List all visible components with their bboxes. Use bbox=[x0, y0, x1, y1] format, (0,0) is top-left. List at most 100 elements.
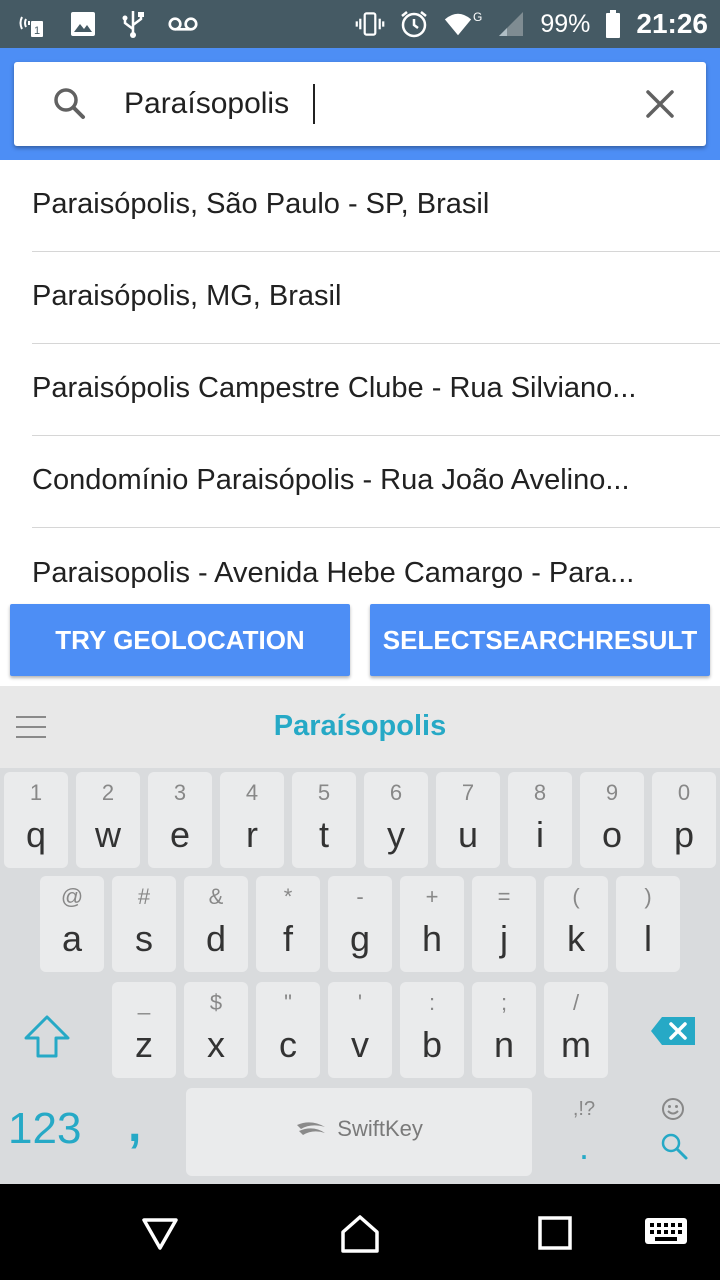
key-k[interactable]: (k bbox=[544, 876, 608, 972]
key-hint: * bbox=[283, 884, 293, 909]
nfc-icon: 1 bbox=[18, 9, 48, 39]
key-h[interactable]: + h bbox=[400, 876, 464, 972]
key-hint: ' bbox=[357, 990, 363, 1015]
key-q[interactable]: 1q bbox=[4, 772, 68, 868]
key-label: b bbox=[421, 1024, 443, 1065]
key-label: r bbox=[246, 814, 258, 855]
home-icon[interactable] bbox=[340, 1214, 380, 1254]
clock: 21:26 bbox=[636, 8, 708, 39]
period-label: . bbox=[578, 1126, 589, 1167]
emoji-search-key[interactable] bbox=[636, 1088, 712, 1176]
key-y[interactable]: 6y bbox=[364, 772, 428, 868]
key-hint: " bbox=[284, 990, 292, 1015]
key-hint: ; bbox=[500, 990, 508, 1015]
key-label: w bbox=[95, 814, 121, 855]
key-label: h bbox=[421, 918, 443, 959]
keyboard-switch-icon[interactable] bbox=[644, 1214, 688, 1254]
suggestion-item[interactable]: Paraisópolis, São Paulo - SP, Brasil bbox=[32, 160, 720, 252]
status-bar: 1 G 99% 21:26 bbox=[0, 0, 720, 48]
key-label: s bbox=[135, 918, 153, 959]
key-n[interactable]: ; n bbox=[472, 982, 536, 1078]
search-input[interactable] bbox=[124, 72, 624, 136]
key-w[interactable]: 2w bbox=[76, 772, 140, 868]
key-label: f bbox=[282, 918, 293, 959]
key-m[interactable]: / m bbox=[544, 982, 608, 1078]
back-icon[interactable] bbox=[140, 1214, 180, 1254]
comma-key[interactable]: , bbox=[128, 1098, 141, 1153]
keyboard: 1q2w3e4r5t6y7u8i9o0p @ a # s & d * f - g + h = j(k) l … bbox=[0, 768, 720, 1184]
usb-icon bbox=[118, 9, 148, 39]
action-buttons: TRY GEOLOCATION SELECTSEARCHRESULT bbox=[0, 592, 720, 686]
search-bar[interactable] bbox=[14, 62, 706, 146]
key-hint: 7 bbox=[461, 780, 475, 805]
space-key[interactable]: SwiftKey bbox=[186, 1088, 532, 1176]
key-u[interactable]: 7u bbox=[436, 772, 500, 868]
key-g[interactable]: -g bbox=[328, 876, 392, 972]
swiftkey-logo-icon bbox=[297, 1122, 326, 1136]
keyboard-search-icon bbox=[661, 1133, 688, 1160]
recents-icon[interactable] bbox=[536, 1214, 576, 1254]
key-s[interactable]: # s bbox=[112, 876, 176, 972]
suggestion-item[interactable]: Paraisopolis - Avenida Hebe Camargo - Pa… bbox=[32, 528, 720, 592]
battery-icon bbox=[604, 9, 622, 39]
period-hint: ,!? bbox=[572, 1098, 596, 1120]
suggestion-item[interactable]: Paraisópolis, MG, Brasil bbox=[32, 252, 720, 344]
key-label: j bbox=[500, 918, 508, 959]
swiftkey-label: SwiftKey bbox=[186, 1116, 532, 1142]
period-key[interactable]: ,!? . bbox=[548, 1088, 620, 1176]
status-right-icons: G 99% 21:26 bbox=[355, 8, 708, 40]
key-r[interactable]: 4r bbox=[220, 772, 284, 868]
key-hint: 1 bbox=[29, 780, 43, 805]
key-x[interactable]: $ x bbox=[184, 982, 248, 1078]
shift-key[interactable] bbox=[6, 982, 90, 1074]
key-hint: / bbox=[572, 990, 580, 1015]
key-label: u bbox=[457, 814, 479, 855]
text-cursor bbox=[313, 84, 315, 124]
key-label: i bbox=[536, 814, 544, 855]
key-t[interactable]: 5t bbox=[292, 772, 356, 868]
key-hint: ) bbox=[644, 884, 652, 909]
key-hint: : bbox=[428, 990, 436, 1015]
keyboard-word-suggestion[interactable]: Paraísopolis bbox=[0, 710, 720, 743]
space-key-label: SwiftKey bbox=[337, 1116, 423, 1141]
key-l[interactable]: ) l bbox=[616, 876, 680, 972]
key-v[interactable]: ' v bbox=[328, 982, 392, 1078]
key-label: m bbox=[561, 1024, 591, 1065]
suggestion-list: Paraisópolis, São Paulo - SP, Brasil Par… bbox=[0, 160, 720, 592]
key-label: n bbox=[493, 1024, 515, 1065]
key-hint: 6 bbox=[389, 780, 403, 805]
key-hint: 4 bbox=[245, 780, 259, 805]
key-j[interactable]: = j bbox=[472, 876, 536, 972]
key-i[interactable]: 8i bbox=[508, 772, 572, 868]
status-left-icons: 1 bbox=[18, 9, 198, 39]
key-label: g bbox=[349, 918, 371, 959]
voicemail-icon bbox=[168, 9, 198, 39]
smiley-icon bbox=[662, 1098, 684, 1120]
select-search-result-button[interactable]: SELECTSEARCHRESULT bbox=[370, 604, 710, 676]
key-label: v bbox=[351, 1024, 369, 1065]
key-label: d bbox=[205, 918, 227, 959]
try-geolocation-button[interactable]: TRY GEOLOCATION bbox=[10, 604, 350, 676]
key-hint: - bbox=[356, 884, 364, 909]
key-a[interactable]: @ a bbox=[40, 876, 104, 972]
navigation-bar bbox=[0, 1184, 720, 1280]
suggestion-item[interactable]: Paraisópolis Campestre Clube - Rua Silvi… bbox=[32, 344, 720, 436]
key-label: e bbox=[169, 814, 191, 855]
suggestion-item[interactable]: Condomínio Paraisópolis - Rua João Aveli… bbox=[32, 436, 720, 528]
keyboard-suggestion-bar: Paraísopolis bbox=[0, 686, 720, 768]
vibrate-icon bbox=[355, 9, 385, 39]
key-b[interactable]: :b bbox=[400, 982, 464, 1078]
key-o[interactable]: 9o bbox=[580, 772, 644, 868]
key-c[interactable]: " c bbox=[256, 982, 320, 1078]
key-d[interactable]: & d bbox=[184, 876, 248, 972]
key-label: z bbox=[135, 1024, 153, 1065]
key-hint: 0 bbox=[677, 780, 691, 805]
numbers-key[interactable]: 123 bbox=[8, 1104, 81, 1154]
key-f[interactable]: * f bbox=[256, 876, 320, 972]
key-e[interactable]: 3e bbox=[148, 772, 212, 868]
clear-icon[interactable] bbox=[638, 82, 682, 126]
key-label: x bbox=[207, 1024, 225, 1065]
backspace-key[interactable] bbox=[630, 982, 714, 1074]
key-z[interactable]: _ z bbox=[112, 982, 176, 1078]
key-p[interactable]: 0p bbox=[652, 772, 716, 868]
